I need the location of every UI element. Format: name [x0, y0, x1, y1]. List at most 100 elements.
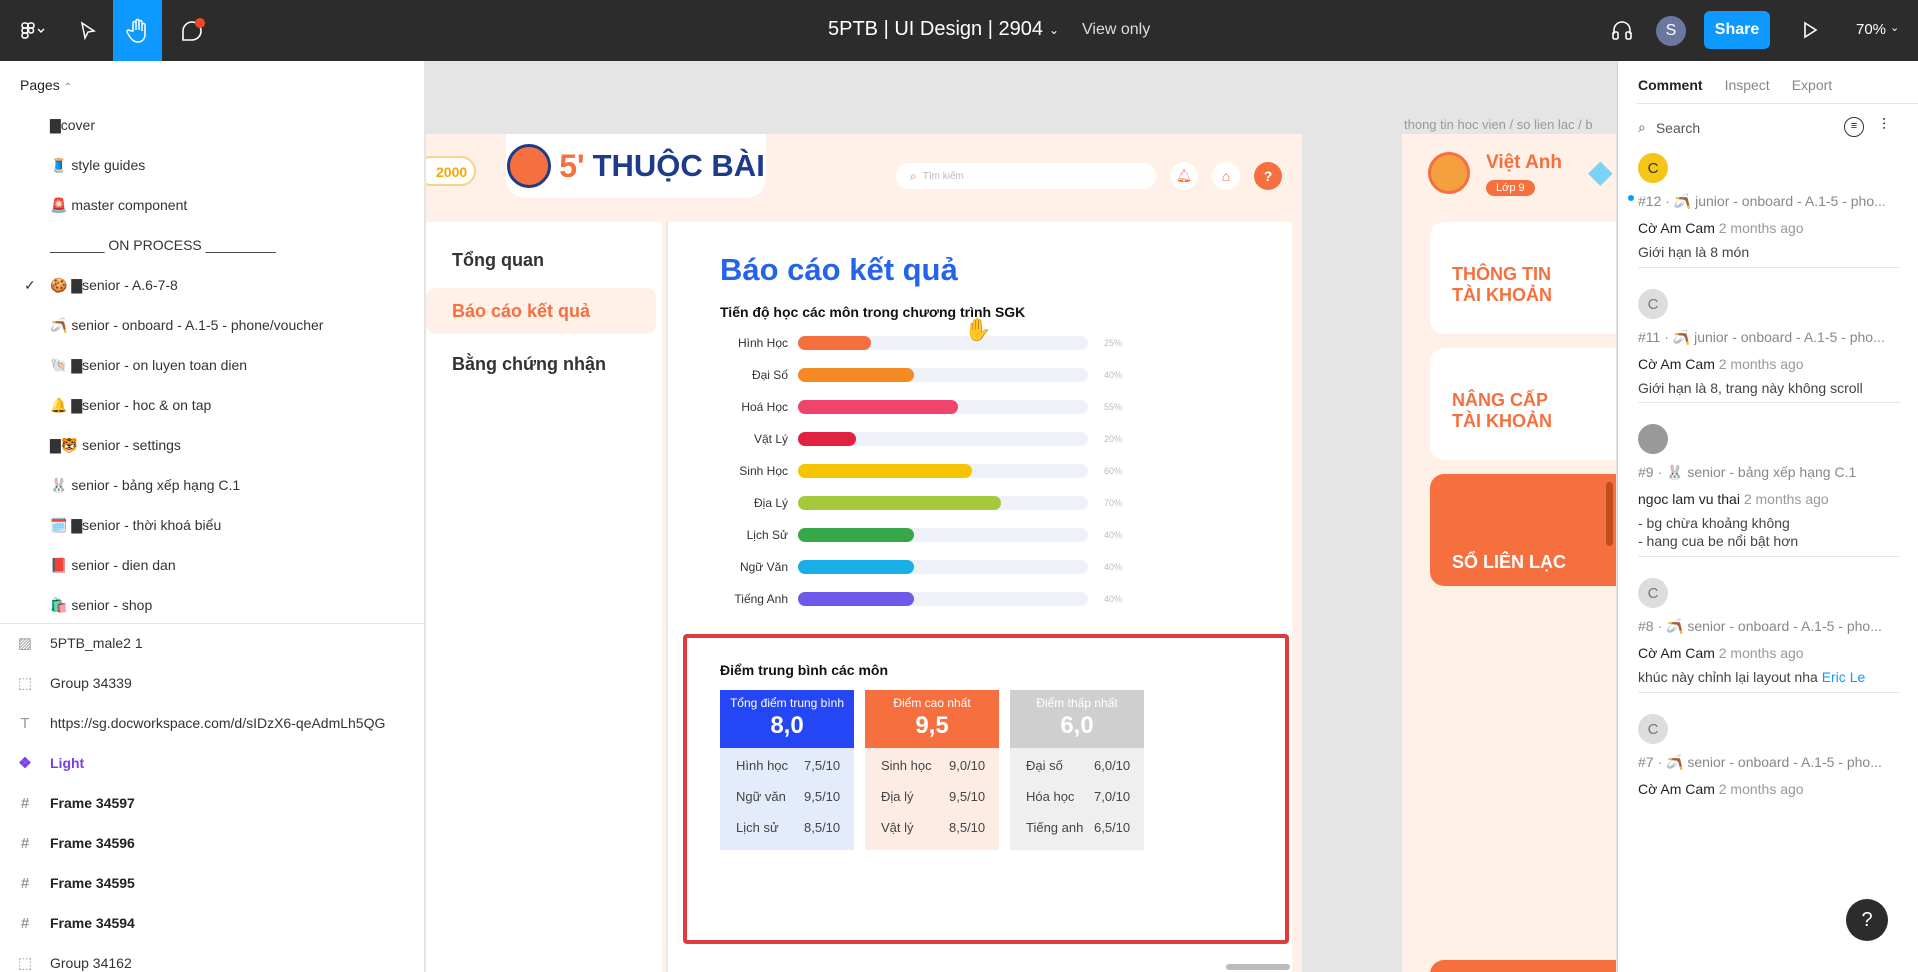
comment-item[interactable]: C #7 · 🪃 senior - onboard - A.1-5 - pho..…	[1638, 714, 1900, 797]
layer-item[interactable]: ▨ 5PTB_male2 1	[0, 629, 425, 657]
help-button[interactable]: ?	[1254, 162, 1282, 190]
frame-icon: #	[20, 794, 30, 812]
chart-bar	[798, 464, 972, 478]
upgrade-account-card[interactable]: NÂNG CẤP TÀI KHOẢN	[1430, 348, 1616, 460]
score-row: Sinh học 9,0/10	[881, 758, 985, 773]
comment-time: 2 months ago	[1718, 356, 1804, 372]
scrollbar[interactable]	[1226, 964, 1290, 970]
comment-text: - hang cua be nổi bật hơn	[1638, 533, 1900, 549]
comment-text-line: Giới hạn là 8, trang này không scroll	[1638, 380, 1863, 396]
layer-item[interactable]: ⬚ Group 34339	[0, 669, 425, 697]
pages-header[interactable]: Pages ⌃	[20, 77, 72, 93]
tab-inspect[interactable]: Inspect	[1725, 77, 1770, 93]
page-item[interactable]: ▇🐯 senior - settings	[50, 437, 181, 457]
file-title[interactable]: 5PTB | UI Design | 2904 ⌄	[828, 18, 1059, 41]
page-item[interactable]: ▇cover	[50, 117, 95, 137]
page-item[interactable]: 🧵 style guides	[50, 157, 145, 177]
comment-search-input[interactable]: ⌕ Search	[1638, 119, 1700, 136]
page-label: 🔔 ▇senior - hoc & on tap	[50, 397, 212, 413]
author-name: Cờ Am Cam	[1638, 781, 1715, 797]
layer-label: Frame 34597	[50, 795, 135, 811]
score-row: Tiếng anh 6,5/10	[1026, 820, 1131, 835]
user-name: Việt Anh	[1486, 152, 1563, 173]
filter-icon[interactable]: ≡	[1844, 117, 1864, 137]
comment-item[interactable]: C #12 · 🪃 junior - onboard - A.1-5 - pho.…	[1638, 153, 1900, 268]
bell-icon[interactable]: 🔔︎	[1170, 162, 1198, 190]
page-item[interactable]: 🐰 senior - bảng xếp hạng C.1	[50, 477, 240, 497]
design-canvas[interactable]: 2000 5' THUỘC BÀI ⌕ Tìm kiếm 🔔︎ ⌂ ? Tổng …	[426, 61, 1616, 972]
help-button[interactable]: ?	[1846, 899, 1888, 941]
figma-logo-icon	[21, 21, 45, 39]
comment-item[interactable]: C #11 · 🪃 junior - onboard - A.1-5 - pho.…	[1638, 289, 1900, 403]
move-tool-button[interactable]	[66, 0, 110, 61]
contact-book-card[interactable]: SỔ LIÊN LẠC	[1430, 474, 1616, 586]
layer-item[interactable]: ⬚ Group 34162	[0, 949, 425, 972]
layer-item[interactable]: # Frame 34595	[0, 869, 425, 897]
page-item[interactable]: 🪃 senior - onboard - A.1-5 - phone/vouch…	[50, 317, 323, 337]
menu-report[interactable]: Báo cáo kết quả	[426, 288, 656, 334]
hand-cursor-icon: ✋	[964, 317, 992, 342]
page-label: ▇cover	[50, 117, 96, 133]
text-icon: T	[20, 714, 30, 732]
comment-text: khúc này chỉnh lại layout nha Eric Le	[1638, 669, 1900, 685]
chart-category-label: Tiếng Anh	[734, 592, 788, 606]
search-placeholder: Tìm kiếm	[922, 170, 964, 182]
chart-bar	[798, 496, 1001, 510]
page-item[interactable]: 🐚 ▇senior - on luyen toan dien	[50, 357, 247, 377]
comment-item[interactable]: #9 · 🐰 senior - bảng xếp hạng C.1 ngoc la…	[1638, 424, 1900, 557]
audio-button[interactable]	[1610, 18, 1634, 47]
comment-divider	[1638, 402, 1900, 403]
page-item[interactable]: 🔔 ▇senior - hoc & on tap	[50, 397, 211, 417]
card-label: SỔ LIÊN LẠC	[1452, 552, 1567, 572]
user-avatar[interactable]: S	[1656, 16, 1686, 46]
card	[1430, 960, 1616, 972]
share-button[interactable]: Share	[1704, 11, 1770, 49]
home-icon[interactable]: ⌂	[1212, 162, 1240, 190]
hand-tool-button[interactable]	[113, 0, 162, 61]
tab-comment[interactable]: Comment	[1638, 77, 1703, 93]
page-item[interactable]: 🛍️ senior - shop	[50, 597, 152, 617]
subject-score: 6,5/10	[1094, 820, 1131, 835]
user-avatar-image	[1428, 152, 1470, 194]
group-icon: ⬚	[17, 675, 33, 692]
page-item[interactable]: 📕 senior - dien dan	[50, 557, 176, 577]
layer-label: Group 34162	[50, 955, 132, 971]
score-card-header: Điểm thấp nhất 6,0	[1010, 690, 1144, 748]
layer-item[interactable]: Thttps://sg.docworkspace.com/d/sIDzX6-qe…	[0, 709, 425, 737]
tab-export[interactable]: Export	[1792, 77, 1832, 93]
score-row: Ngữ văn 9,5/10	[736, 789, 840, 804]
layer-label: Frame 34596	[50, 835, 135, 851]
score-row: Lịch sử 8,5/10	[736, 820, 840, 835]
page-item[interactable]: 🗓️ ▇senior - thời khoá biểu	[50, 517, 221, 537]
layer-item[interactable]: # Frame 34594	[0, 909, 425, 937]
page-item[interactable]: 🚨 master component	[50, 197, 187, 217]
menu-certificate[interactable]: Bằng chứng nhận	[426, 344, 662, 384]
zoom-menu[interactable]: 70% ⌄	[1856, 21, 1899, 38]
layer-item[interactable]: ❖ Light	[0, 749, 425, 777]
logo-number: 5'	[559, 147, 585, 184]
page-item-current[interactable]: ✓ 🍪 ▇senior - A.6-7-8	[24, 277, 178, 297]
present-button[interactable]	[1800, 20, 1820, 45]
layer-item[interactable]: # Frame 34596	[0, 829, 425, 857]
chart-bar	[798, 368, 914, 382]
comment-item[interactable]: C #8 · 🪃 senior - onboard - A.1-5 - pho..…	[1638, 578, 1900, 693]
app-search-input[interactable]: ⌕ Tìm kiếm	[896, 163, 1156, 189]
mention-link[interactable]: Eric Le	[1822, 669, 1866, 685]
settings-sliders-icon[interactable]: ⫶	[1882, 117, 1886, 135]
page-item[interactable]: _______ ON PROCESS _________	[50, 237, 276, 257]
chart-bar	[798, 560, 914, 574]
comment-text-line: Giới hạn là 8 món	[1638, 244, 1750, 260]
menu-overview[interactable]: Tổng quan	[426, 240, 662, 280]
account-info-card[interactable]: THÔNG TIN TÀI KHOẢN	[1430, 222, 1616, 334]
scrollbar[interactable]	[1606, 482, 1613, 546]
comment-tool-button[interactable]	[170, 0, 214, 61]
score-card-value: 8,0	[770, 712, 804, 739]
layer-label: 5PTB_male2 1	[50, 635, 143, 651]
score-card-title: Điểm cao nhất	[893, 696, 971, 710]
chart-bar	[798, 432, 856, 446]
layer-item[interactable]: # Frame 34597	[0, 789, 425, 817]
figma-menu-button[interactable]	[10, 0, 54, 61]
chart-value-label: 20%	[1104, 434, 1123, 444]
chart-value-label: 70%	[1104, 498, 1123, 508]
comment-text-line: - hang cua be nổi bật hơn	[1638, 533, 1799, 549]
